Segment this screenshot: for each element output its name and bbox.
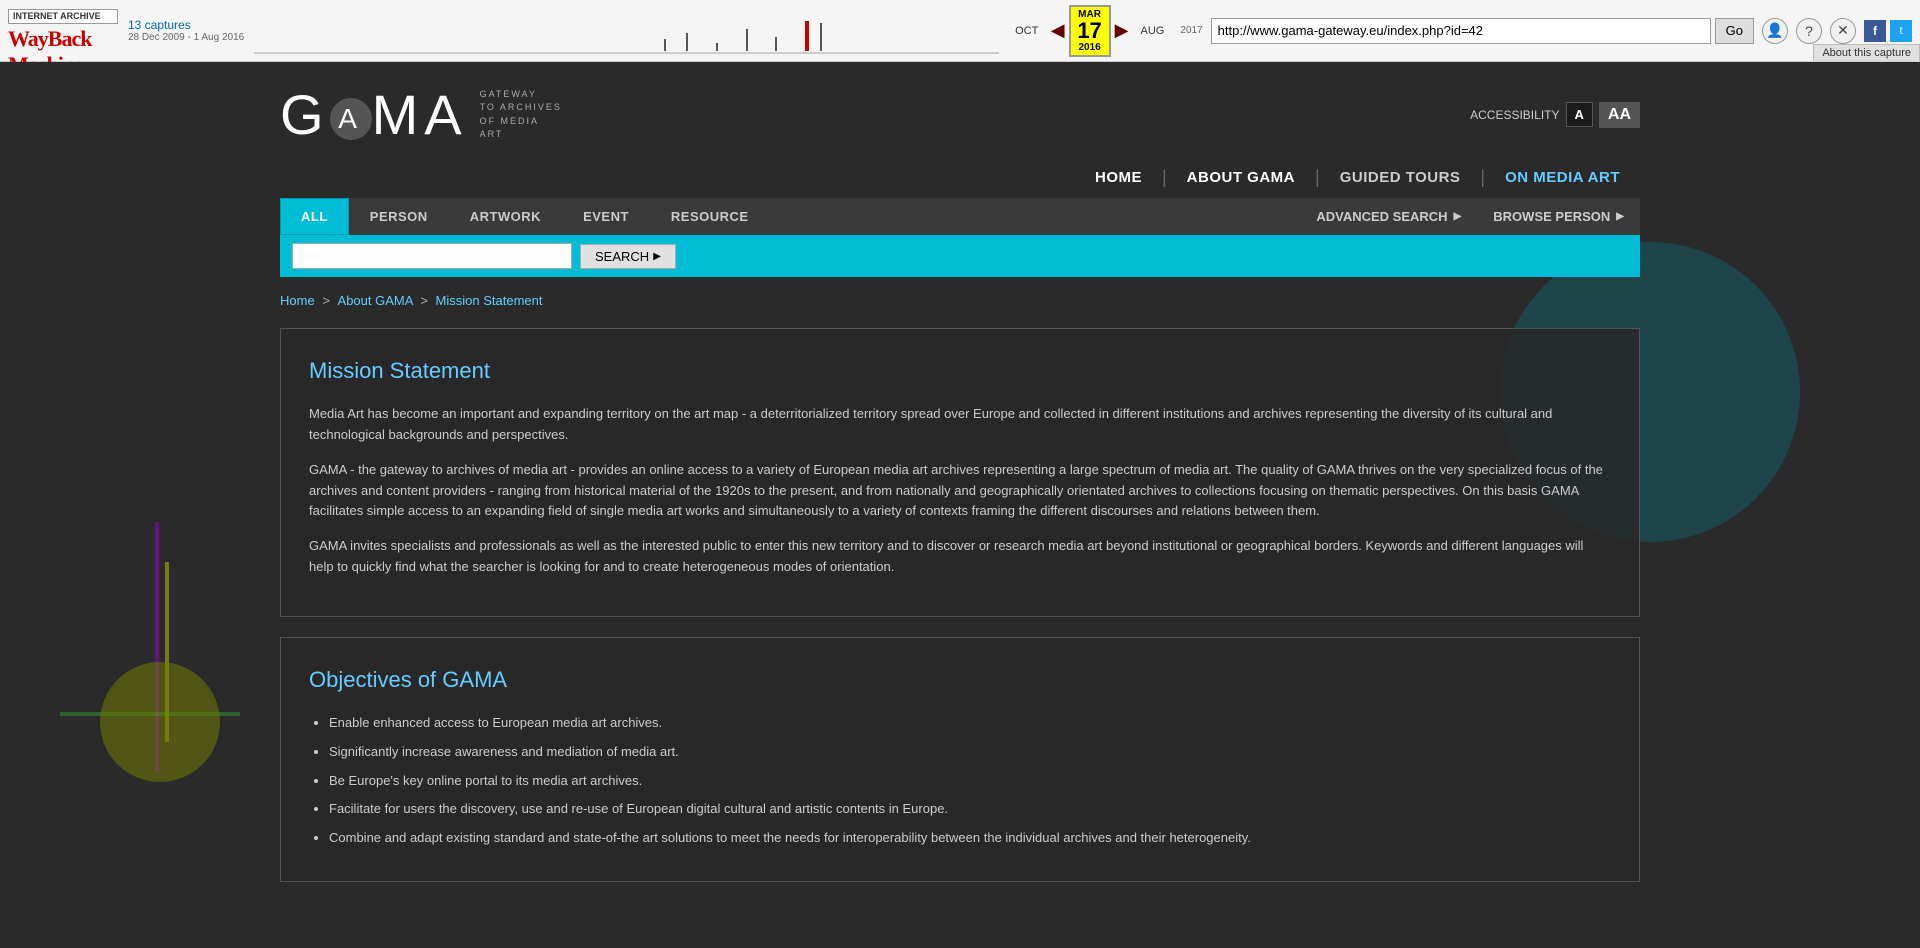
tab-resource[interactable]: RESOURCE — [650, 198, 770, 235]
objectives-box: Objectives of GAMA Enable enhanced acces… — [280, 637, 1640, 882]
site-wrapper: GAMA GATEWAY TO ARCHIVES OF MEDIA ART AC… — [0, 62, 1920, 948]
timeline[interactable] — [254, 6, 999, 56]
main-content-box: Mission Statement Media Art has become a… — [280, 328, 1640, 617]
search-input[interactable] — [292, 243, 572, 269]
list-item: Enable enhanced access to European media… — [329, 713, 1611, 734]
go-button[interactable]: Go — [1715, 18, 1754, 44]
next-arrow[interactable]: ▶ — [1115, 20, 1129, 41]
tab-event[interactable]: EVENT — [562, 198, 650, 235]
list-item: Be Europe's key online portal to its med… — [329, 771, 1611, 792]
content-area: ALL PERSON ARTWORK EVENT RESOURCE ADVANC… — [0, 198, 1920, 882]
list-item: Facilitate for users the discovery, use … — [329, 799, 1611, 820]
site-header: GAMA GATEWAY TO ARCHIVES OF MEDIA ART AC… — [0, 62, 1920, 157]
accessibility-large-btn[interactable]: AA — [1599, 102, 1640, 128]
url-bar: Go — [1211, 18, 1754, 44]
main-nav: HOME | ABOUT GAMA | GUIDED TOURS | ON ME… — [0, 157, 1920, 198]
advanced-search-btn[interactable]: ADVANCED SEARCH — [1300, 199, 1477, 234]
accessibility-small-btn[interactable]: A — [1566, 102, 1593, 127]
tab-artwork[interactable]: ARTWORK — [449, 198, 562, 235]
prev-arrow[interactable]: ◀ — [1051, 20, 1065, 41]
accessibility-label: ACCESSIBILITY — [1470, 108, 1559, 122]
nav-home[interactable]: HOME — [1075, 169, 1162, 186]
objectives-title: Objectives of GAMA — [309, 662, 1611, 697]
next-month-label: AUG — [1132, 25, 1172, 37]
list-item: Combine and adapt existing standard and … — [329, 828, 1611, 849]
twitter-icon[interactable]: t — [1890, 20, 1912, 42]
search-button[interactable]: SEARCH — [580, 244, 676, 269]
search-bar: SEARCH — [280, 235, 1640, 277]
logo-tagline: GATEWAY TO ARCHIVES OF MEDIA ART — [480, 88, 562, 142]
page-title: Mission Statement — [309, 353, 1611, 388]
facebook-icon[interactable]: f — [1864, 20, 1886, 42]
wayback-toolbar: INTERNET ARCHIVE WayBackMachine 13 captu… — [0, 0, 1920, 62]
tab-person[interactable]: PERSON — [349, 198, 449, 235]
toolbar-icons: 👤 ? ✕ f t — [1762, 18, 1912, 44]
captures-date: 28 Dec 2009 - 1 Aug 2016 — [128, 32, 244, 43]
breadcrumb-sep-1: > — [322, 293, 333, 308]
next-year: 2017 — [1180, 25, 1202, 36]
tab-all[interactable]: ALL — [280, 198, 349, 235]
breadcrumb-about-gama[interactable]: About GAMA — [338, 293, 413, 308]
paragraph-3: GAMA invites specialists and professiona… — [309, 536, 1611, 578]
social-links: f t — [1864, 20, 1912, 42]
paragraph-2: GAMA - the gateway to archives of media … — [309, 460, 1611, 522]
browse-person-btn[interactable]: BROWSE PERSON — [1477, 199, 1640, 234]
current-date-box: MAR 17 2016 — [1069, 5, 1111, 57]
user-icon[interactable]: 👤 — [1762, 18, 1788, 44]
about-capture-btn[interactable]: About this capture — [1813, 44, 1920, 61]
list-item: Significantly increase awareness and med… — [329, 742, 1611, 763]
search-tabs: ALL PERSON ARTWORK EVENT RESOURCE ADVANC… — [280, 198, 1640, 235]
breadcrumb: Home > About GAMA > Mission Statement — [280, 293, 1640, 308]
accessibility-bar: ACCESSIBILITY A AA — [1470, 102, 1640, 128]
breadcrumb-current[interactable]: Mission Statement — [436, 293, 543, 308]
prev-month-label: OCT — [1007, 25, 1047, 37]
logo-container: GAMA GATEWAY TO ARCHIVES OF MEDIA ART — [280, 82, 562, 147]
help-icon[interactable]: ? — [1796, 18, 1822, 44]
captures-info: 13 captures 28 Dec 2009 - 1 Aug 2016 — [128, 18, 244, 43]
captures-link[interactable]: 13 captures — [128, 18, 244, 32]
breadcrumb-sep-2: > — [420, 293, 431, 308]
nav-about-gama[interactable]: ABOUT GAMA — [1167, 169, 1315, 186]
breadcrumb-home[interactable]: Home — [280, 293, 315, 308]
paragraph-1: Media Art has become an important and ex… — [309, 404, 1611, 446]
internet-archive-logo[interactable]: INTERNET ARCHIVE WayBackMachine — [8, 9, 118, 53]
objectives-list: Enable enhanced access to European media… — [329, 713, 1611, 849]
nav-on-media-art[interactable]: ON MEDIA ART — [1485, 169, 1640, 186]
gama-logo[interactable]: GAMA — [280, 82, 468, 147]
calendar-nav: OCT ◀ MAR 17 2016 ▶ AUG 2017 — [1007, 5, 1203, 57]
url-input[interactable] — [1211, 18, 1711, 44]
nav-guided-tours[interactable]: GUIDED TOURS — [1320, 169, 1481, 186]
close-icon[interactable]: ✕ — [1830, 18, 1856, 44]
